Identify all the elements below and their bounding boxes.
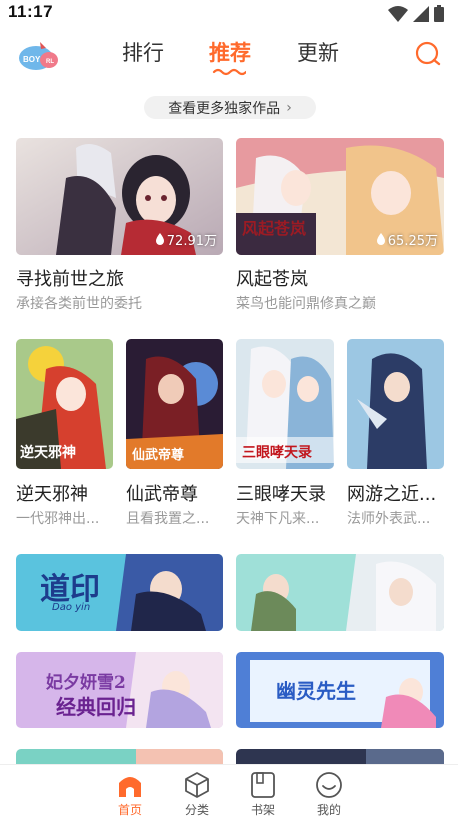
banner-feixi[interactable]: 妃夕妍雪2 经典回归: [16, 652, 223, 728]
active-tab-indicator: [212, 68, 246, 76]
comic-title: 风起苍岚: [236, 269, 308, 290]
tab-recommend[interactable]: 推荐: [209, 37, 251, 67]
grid-card-1[interactable]: 逆天邪神 逆天邪神 一代邪神出...: [16, 339, 113, 529]
banner-partial-1[interactable]: [16, 749, 223, 764]
comic-cover: 72.91万: [16, 138, 223, 255]
bookshelf-icon: [251, 772, 275, 798]
tab-ranking[interactable]: 排行: [122, 37, 164, 67]
svg-text:幽灵先生: 幽灵先生: [276, 679, 356, 703]
comic-cover: 风起苍岚 65.25万: [236, 138, 444, 255]
featured-card-2[interactable]: 风起苍岚 65.25万 风起苍岚 菜鸟也能问鼎修真之巅: [236, 138, 444, 318]
comic-cover: [347, 339, 444, 469]
banner-image: 幽灵先生: [236, 652, 444, 728]
popularity-count: 65.25万: [387, 234, 438, 249]
profile-smile-icon: [316, 772, 342, 798]
banner-2[interactable]: [236, 554, 444, 631]
grid-card-2[interactable]: 仙武帝尊 仙武帝尊 且看我置之...: [126, 339, 223, 529]
category-cube-icon: [185, 772, 209, 798]
nav-home[interactable]: 首页: [105, 771, 155, 818]
nav-profile[interactable]: 我的: [304, 771, 354, 818]
battery-icon: [434, 5, 444, 22]
status-time: 11:17: [8, 2, 54, 21]
banner-partial-2[interactable]: [236, 749, 444, 764]
banner-youling[interactable]: 幽灵先生: [236, 652, 444, 728]
comic-desc: 菜鸟也能问鼎修真之巅: [236, 296, 376, 312]
popularity-badge: 72.91万: [155, 230, 217, 249]
comic-desc: 承接各类前世的委托: [16, 296, 142, 312]
status-bar: 11:17: [0, 0, 458, 26]
banner-image: [236, 554, 444, 631]
wifi-icon: [388, 5, 408, 22]
nav-category[interactable]: 分类: [172, 771, 222, 818]
svg-text:经典回归: 经典回归: [56, 695, 136, 719]
comic-title: 网游之近...: [347, 484, 437, 505]
flame-icon: [376, 233, 385, 245]
comic-cover: 仙武帝尊: [126, 339, 223, 469]
view-more-exclusive-label: 查看更多独家作品: [168, 100, 281, 117]
bottom-navigation: 首页 分类 书架 我的: [0, 764, 458, 820]
top-header: BOY RL 排行 推荐 更新: [0, 26, 458, 84]
comic-title: 寻找前世之旅: [16, 269, 124, 290]
grid-card-3[interactable]: 三眼哮天录 三眼哮天录 天神下凡来...: [236, 339, 334, 529]
popularity-count: 72.91万: [166, 234, 217, 249]
comic-title: 逆天邪神: [16, 484, 88, 505]
svg-text:仙武帝尊: 仙武帝尊: [132, 447, 184, 463]
comic-title: 三眼哮天录: [236, 484, 326, 505]
nav-home-label: 首页: [117, 803, 142, 817]
svg-text:三眼哮天录: 三眼哮天录: [242, 444, 312, 461]
banner-image: [16, 749, 223, 764]
comic-cover: 逆天邪神: [16, 339, 113, 469]
popularity-badge: 65.25万: [376, 230, 438, 249]
svg-text:逆天邪神: 逆天邪神: [20, 444, 76, 461]
nav-profile-label: 我的: [316, 803, 341, 817]
home-icon: [119, 777, 141, 797]
featured-card-1[interactable]: 72.91万 寻找前世之旅 承接各类前世的委托: [16, 138, 223, 318]
svg-text:妃夕妍雪2: 妃夕妍雪2: [46, 672, 126, 693]
comic-desc: 天神下凡来...: [236, 511, 320, 527]
nav-category-label: 分类: [184, 803, 209, 817]
banner-image: 道印 Dao yin: [16, 554, 223, 631]
signal-icon: [413, 5, 429, 22]
banner-subtitle: Dao yin: [52, 602, 91, 613]
banner-image: [236, 749, 444, 764]
comic-desc: 且看我置之...: [126, 511, 210, 527]
comic-title: 仙武帝尊: [126, 484, 198, 505]
banner-daoyin[interactable]: 道印 Dao yin: [16, 554, 223, 631]
comic-cover: 三眼哮天录: [236, 339, 334, 469]
grid-card-4[interactable]: 网游之近... 法师外表武...: [347, 339, 444, 529]
flame-icon: [155, 233, 164, 245]
tab-update[interactable]: 更新: [297, 37, 339, 67]
svg-text:风起苍岚: 风起苍岚: [242, 219, 306, 238]
banner-image: 妃夕妍雪2 经典回归: [16, 652, 223, 728]
search-icon[interactable]: [414, 40, 442, 68]
comic-desc: 法师外表武...: [347, 511, 431, 527]
comic-desc: 一代邪神出...: [16, 511, 100, 527]
nav-bookshelf[interactable]: 书架: [238, 771, 288, 818]
chevron-right-icon: ›: [286, 99, 292, 116]
view-more-exclusive-button[interactable]: 查看更多独家作品 ›: [144, 96, 316, 119]
status-icons: [388, 5, 444, 22]
nav-bookshelf-label: 书架: [250, 803, 275, 817]
